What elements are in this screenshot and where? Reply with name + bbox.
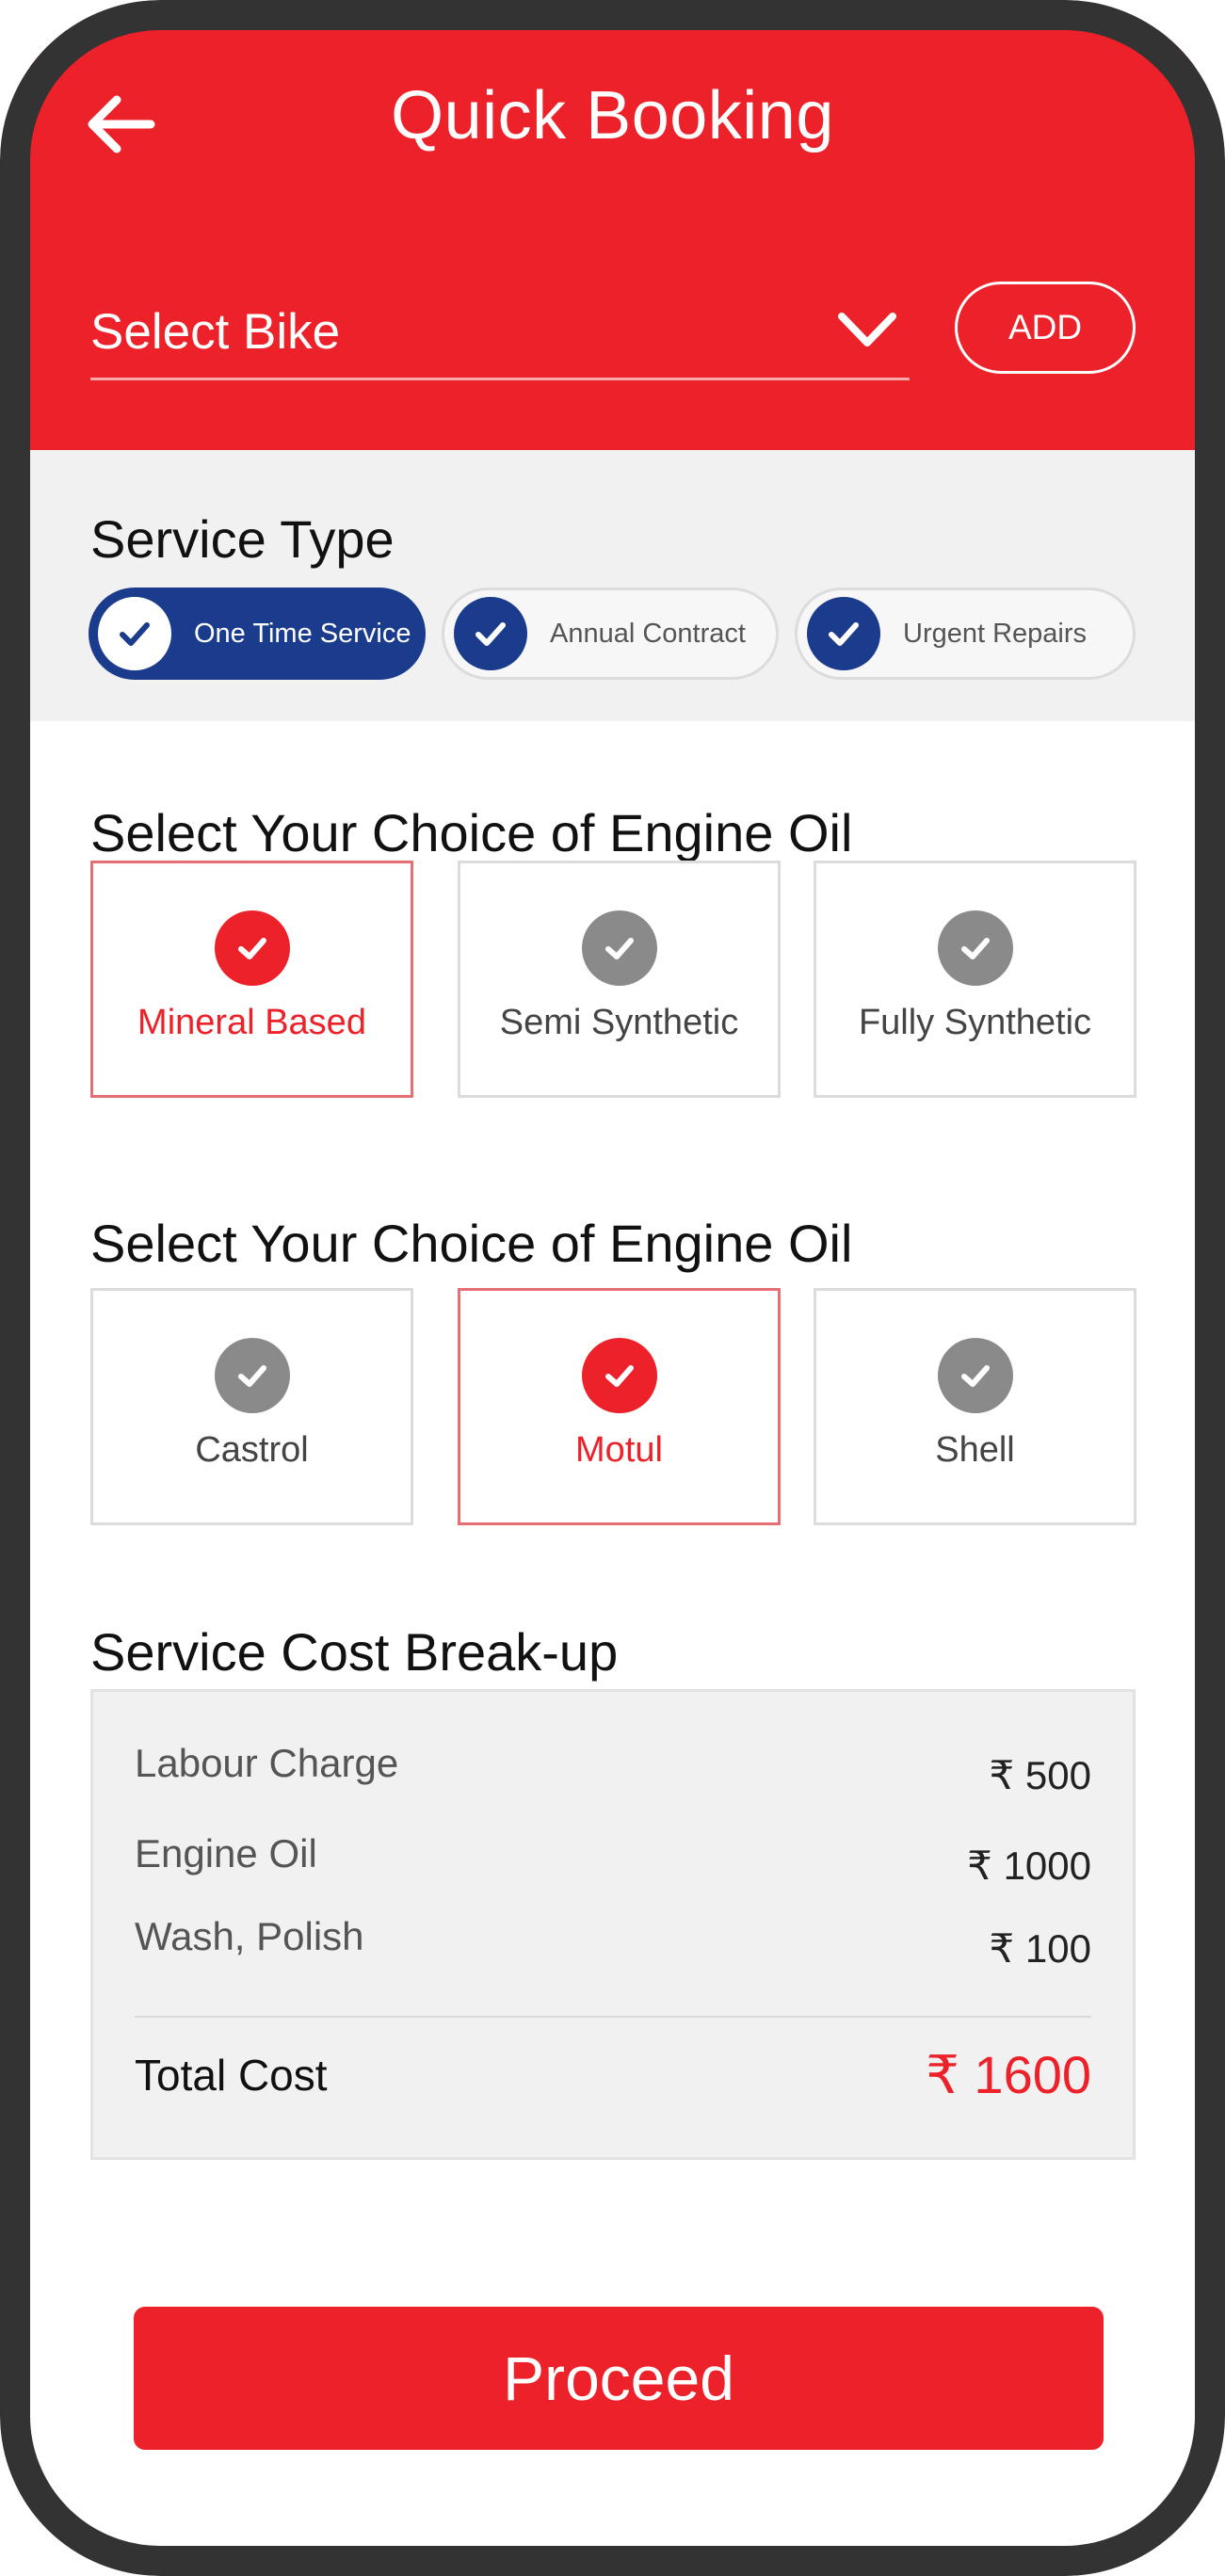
cost-item-value: ₹ 500: [989, 1753, 1091, 1797]
check-circle-icon: [937, 910, 1013, 986]
service-option-label: Urgent Repairs: [903, 618, 1088, 649]
oil-brand-label: Motul: [575, 1430, 663, 1470]
cost-breakup-box: Labour Charge ₹ 500 Engine Oil ₹ 1000 Wa…: [90, 1689, 1136, 2160]
oil-type-label: Semi Synthetic: [499, 1003, 739, 1042]
cost-item-label: Engine Oil: [135, 1831, 317, 1876]
oil-brand-card-castrol[interactable]: Castrol: [90, 1288, 413, 1525]
service-option-label: Annual Contract: [550, 618, 746, 649]
service-type-section: [30, 450, 1195, 721]
check-circle-icon: [937, 1338, 1013, 1413]
oil-type-card-semi-synthetic[interactable]: Semi Synthetic: [458, 861, 781, 1098]
select-bike-underline: [90, 378, 910, 380]
engine-oil-brand-title: Select Your Choice of Engine Oil: [90, 1214, 853, 1273]
add-bike-button[interactable]: ADD: [955, 282, 1136, 374]
service-option-annual[interactable]: Annual Contract: [442, 588, 779, 680]
oil-brand-label: Shell: [935, 1430, 1015, 1470]
app-screen: Quick Booking Select Bike ADD Service Ty…: [30, 30, 1195, 2546]
select-bike-label: Select Bike: [90, 304, 341, 360]
header: Quick Booking Select Bike ADD: [30, 30, 1195, 450]
cost-divider: [135, 2016, 1091, 2018]
service-option-label: One Time Service: [194, 618, 411, 649]
cost-item-value: ₹ 1000: [967, 1843, 1091, 1888]
total-cost-label: Total Cost: [135, 2051, 328, 2100]
proceed-button[interactable]: Proceed: [134, 2307, 1104, 2450]
oil-brand-card-motul[interactable]: Motul: [458, 1288, 781, 1525]
check-circle-icon: [214, 1338, 290, 1413]
oil-brand-label: Castrol: [195, 1430, 309, 1470]
check-icon: [807, 597, 880, 670]
check-circle-icon: [581, 1338, 657, 1413]
service-option-one-time[interactable]: One Time Service: [89, 588, 426, 680]
cost-item-label: Labour Charge: [135, 1741, 399, 1785]
oil-type-card-fully-synthetic[interactable]: Fully Synthetic: [814, 861, 1136, 1098]
cost-breakup-title: Service Cost Break-up: [90, 1622, 619, 1682]
select-bike-dropdown[interactable]: Select Bike: [90, 277, 910, 380]
page-title: Quick Booking: [391, 78, 834, 153]
service-type-title: Service Type: [90, 509, 395, 569]
oil-type-label: Fully Synthetic: [858, 1003, 1092, 1042]
oil-type-label: Mineral Based: [137, 1003, 366, 1042]
cost-item-label: Wash, Polish: [135, 1914, 364, 1958]
chevron-down-icon: [838, 313, 896, 346]
service-option-urgent[interactable]: Urgent Repairs: [795, 588, 1136, 680]
check-icon: [98, 597, 171, 670]
engine-oil-type-title: Select Your Choice of Engine Oil: [90, 803, 853, 862]
check-circle-icon: [581, 910, 657, 986]
cost-item-value: ₹ 100: [989, 1926, 1091, 1971]
total-cost-value: ₹ 1600: [926, 2045, 1091, 2104]
check-icon: [454, 597, 527, 670]
check-circle-icon: [214, 910, 290, 986]
oil-brand-card-shell[interactable]: Shell: [814, 1288, 1136, 1525]
oil-type-card-mineral[interactable]: Mineral Based: [90, 861, 413, 1098]
phone-device: Quick Booking Select Bike ADD Service Ty…: [0, 0, 1225, 2576]
